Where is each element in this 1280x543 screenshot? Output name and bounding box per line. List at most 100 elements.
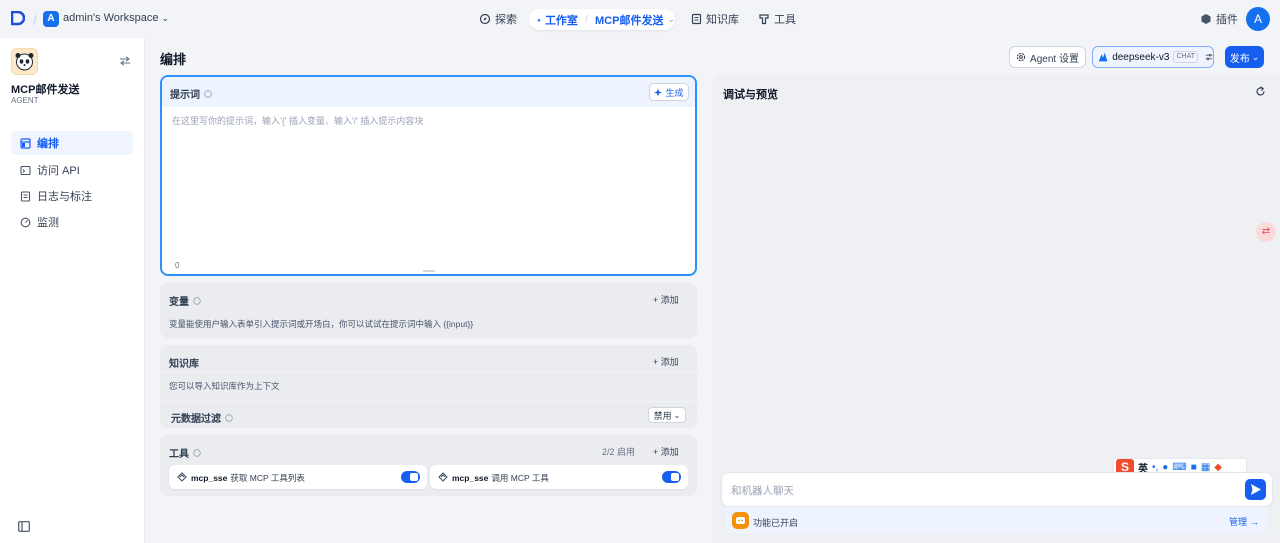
tools-card: 工具 2/2 启用 + 添加 mcp_sse 获取 MCP 工具列表 mcp_ss… — [160, 435, 697, 496]
nav-explore[interactable]: 探索 — [479, 9, 517, 29]
generate-label: 生成 — [665, 87, 684, 98]
nav-tools-label: 工具 — [774, 14, 796, 26]
prompt-editor-header: 提示词 生成 — [162, 77, 695, 107]
metadata-filter-value: 禁用 — [653, 410, 672, 421]
mascot-icon[interactable]: ◆ — [1214, 462, 1222, 473]
nav-plugins-label: 插件 — [1216, 14, 1238, 26]
workspace-badge[interactable]: A — [43, 11, 59, 27]
workspace-name: admin's Workspace — [63, 12, 159, 24]
tool-item[interactable]: mcp_sse 调用 MCP 工具 — [430, 465, 688, 489]
switch-app-icon[interactable] — [119, 56, 131, 66]
tools-title-label: 工具 — [169, 449, 189, 460]
user-avatar[interactable]: A — [1246, 7, 1270, 31]
metadata-filter-title: 元数据过滤 — [171, 410, 233, 425]
file-list-icon — [20, 190, 31, 202]
tool-toggle[interactable] — [662, 471, 681, 483]
plugin-cube-icon — [1201, 14, 1211, 24]
add-knowledge-button[interactable]: + 添加 — [653, 355, 679, 368]
resize-handle[interactable] — [423, 270, 435, 272]
feature-status-text: 功能已开启 — [753, 518, 799, 528]
chat-input-box[interactable]: 和机器人聊天 — [721, 472, 1273, 507]
hammer-icon — [759, 14, 769, 25]
divider — [160, 371, 697, 372]
chat-input[interactable]: 和机器人聊天 — [731, 483, 794, 498]
mcp-icon — [177, 472, 187, 482]
prompt-title: 提示词 — [170, 86, 212, 101]
robot-icon — [537, 17, 541, 21]
metadata-filter-select[interactable]: 禁用 ⌄ — [648, 407, 686, 423]
grid-icon[interactable]: ▦ — [1201, 462, 1210, 473]
publish-label: 发布 — [1229, 53, 1250, 65]
send-icon — [1251, 484, 1261, 495]
app-type-label: AGENT — [11, 96, 39, 105]
send-button[interactable] — [1245, 479, 1266, 500]
sidebar-item-orchestrate[interactable]: 编排 — [11, 131, 133, 155]
agent-settings-button[interactable]: Agent 设置 — [1009, 46, 1086, 68]
manage-features-link[interactable]: 管理 → — [1229, 515, 1259, 528]
nav-tools[interactable]: 工具 — [758, 9, 796, 29]
refresh-icon[interactable] — [1255, 86, 1266, 97]
book-icon — [691, 13, 702, 25]
sidebar-item-logs[interactable]: 日志与标注 — [11, 184, 133, 208]
manage-label: 管理 — [1229, 517, 1248, 527]
model-name: deepseek-v3 — [1112, 51, 1170, 63]
prompt-editor-card: 提示词 生成 在这里写你的提示词，输入'{' 插入变量、输入'/' 插入提示内容… — [160, 75, 697, 276]
nav-knowledge-label: 知识库 — [706, 14, 739, 26]
tools-enabled-count: 2/2 启用 — [602, 447, 636, 457]
nav-plugins[interactable]: 插件 — [1200, 9, 1238, 29]
nav-app-label[interactable]: MCP邮件发送 — [595, 12, 663, 28]
panda-emoji-icon — [15, 53, 34, 71]
knowledge-description: 您可以导入知识库作为上下文 — [169, 381, 280, 391]
knowledge-title-label: 知识库 — [169, 359, 199, 370]
divider — [160, 401, 697, 402]
deepseek-logo-icon — [1098, 52, 1108, 62]
variables-card: 变量 + 添加 变量能使用户输入表单引入提示词或开场白，你可以试试在提示词中输入… — [160, 283, 697, 338]
add-variable-button[interactable]: + 添加 — [653, 293, 679, 306]
tool-provider: mcp_sse — [191, 473, 228, 483]
punctuation-icon[interactable]: •, — [1152, 462, 1158, 473]
help-circle-icon[interactable] — [193, 448, 201, 457]
chevron-down-icon: ⌄ — [673, 410, 681, 420]
nav-knowledge[interactable]: 知识库 — [691, 9, 739, 29]
tool-label: 调用 MCP 工具 — [491, 473, 549, 483]
help-circle-icon[interactable] — [225, 413, 233, 422]
nav-studio-pill[interactable]: 工作室 / MCP邮件发送 ⌄ — [529, 9, 675, 30]
sparkle-icon — [654, 88, 663, 96]
add-tool-button[interactable]: + 添加 — [653, 445, 679, 458]
sidebar-item-monitor[interactable]: 监测 — [11, 210, 133, 234]
workspace-selector[interactable]: admin's Workspace ⌄ — [63, 12, 169, 24]
sliders-icon[interactable] — [1205, 52, 1213, 62]
help-circle-icon[interactable] — [193, 296, 201, 305]
feature-icon — [732, 512, 749, 529]
app-name: MCP邮件发送 — [11, 84, 80, 96]
collapse-sidebar-icon[interactable] — [18, 521, 30, 532]
translate-float-icon[interactable]: ⇄ — [1256, 222, 1276, 242]
dify-logo-icon[interactable] — [11, 11, 25, 27]
generate-prompt-button[interactable]: 生成 — [649, 83, 689, 101]
prompt-title-label: 提示词 — [170, 90, 200, 101]
knowledge-title: 知识库 — [169, 355, 199, 370]
compass-icon — [479, 13, 491, 25]
variables-title: 变量 — [169, 293, 201, 308]
prompt-input[interactable]: 在这里写你的提示词，输入'{' 插入变量、输入'/' 插入提示内容块 — [172, 114, 423, 127]
nav-divider: / — [584, 13, 588, 26]
layout-icon — [20, 137, 31, 149]
tool-item[interactable]: mcp_sse 获取 MCP 工具列表 — [169, 465, 427, 489]
variables-description: 变量能使用户输入表单引入提示词或开场白，你可以试试在提示词中输入 {{input… — [169, 319, 474, 329]
sidebar-item-label: 访问 API — [37, 165, 80, 177]
skin-icon[interactable]: ■ — [1191, 462, 1197, 473]
microphone-icon[interactable]: ● — [1162, 462, 1168, 473]
keyboard-icon[interactable]: ⌨ — [1172, 462, 1186, 473]
model-mode-badge: CHAT — [1173, 51, 1198, 63]
variables-title-label: 变量 — [169, 297, 189, 308]
help-circle-icon[interactable] — [204, 89, 212, 98]
nav-studio-label[interactable]: 工作室 — [545, 12, 578, 28]
nav-explore-label: 探索 — [495, 14, 517, 26]
model-selector[interactable]: deepseek-v3 CHAT — [1092, 46, 1214, 68]
mcp-icon — [438, 472, 448, 482]
tool-name: mcp_sse 获取 MCP 工具列表 — [191, 472, 305, 484]
publish-button[interactable]: 发布 ⌄ — [1225, 46, 1264, 68]
sidebar-item-api[interactable]: 访问 API — [11, 158, 133, 182]
tools-title: 工具 — [169, 445, 201, 460]
tool-toggle[interactable] — [401, 471, 420, 483]
